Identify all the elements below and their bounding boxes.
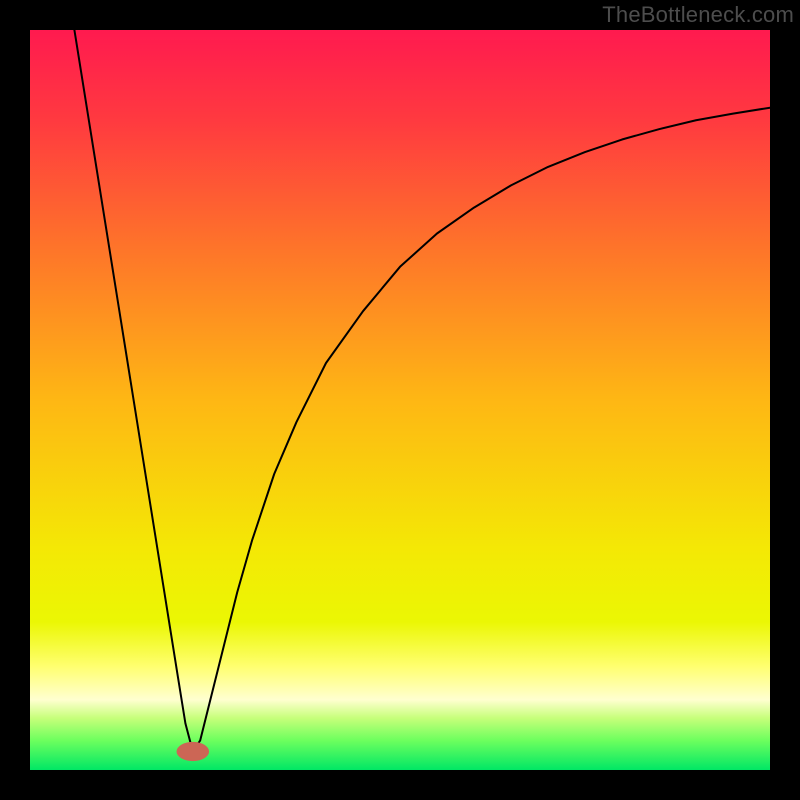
optimal-marker	[177, 742, 210, 761]
chart-svg	[30, 30, 770, 770]
chart-frame: TheBottleneck.com	[0, 0, 800, 800]
gradient-background	[30, 30, 770, 770]
watermark-text: TheBottleneck.com	[602, 2, 794, 28]
plot-area	[30, 30, 770, 770]
